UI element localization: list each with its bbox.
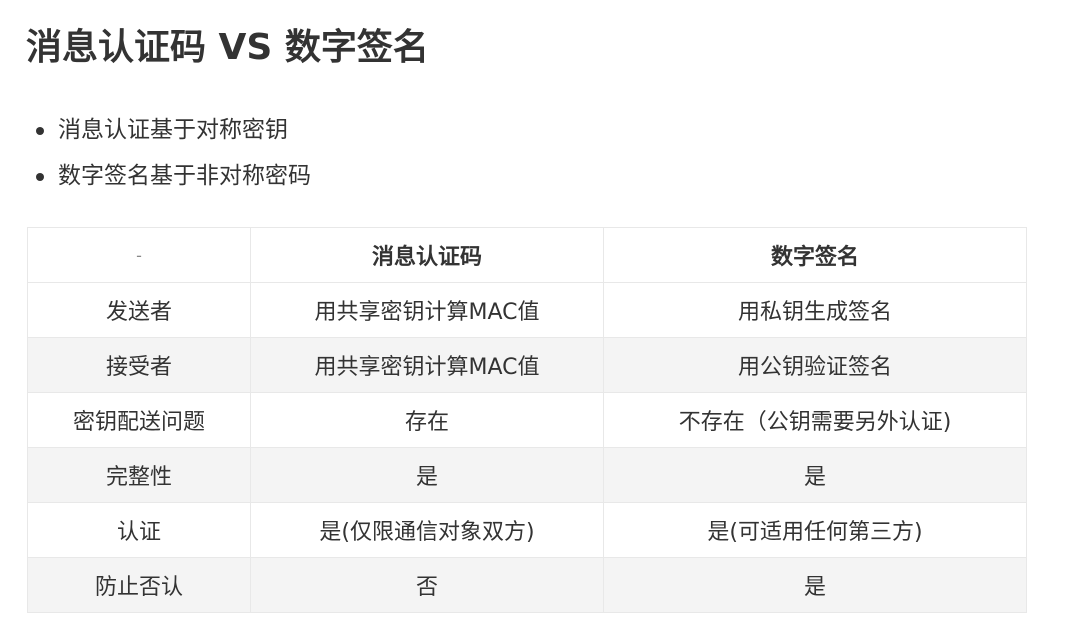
table-header-row: - 消息认证码 数字签名 [27, 227, 1027, 283]
table-row: 密钥配送问题 存在 不存在（公钥需要另外认证) [27, 392, 1027, 448]
mac-cell: 是 [250, 447, 604, 503]
table-row: 完整性 是 是 [27, 447, 1027, 503]
header-cell-signature: 数字签名 [603, 227, 1027, 283]
row-label: 密钥配送问题 [27, 392, 251, 448]
bullet-list: 消息认证基于对称密钥 数字签名基于非对称密码 [32, 108, 311, 200]
table-row: 防止否认 否 是 [27, 557, 1027, 613]
signature-cell: 是 [603, 557, 1027, 613]
signature-cell: 是(可适用任何第三方) [603, 502, 1027, 558]
page: 消息认证码 VS 数字签名 消息认证基于对称密钥 数字签名基于非对称密码 - 消… [0, 0, 1066, 632]
header-cell-mac: 消息认证码 [250, 227, 604, 283]
signature-cell: 不存在（公钥需要另外认证) [603, 392, 1027, 448]
mac-cell: 用共享密钥计算MAC值 [250, 337, 604, 393]
row-label: 接受者 [27, 337, 251, 393]
table-row: 发送者 用共享密钥计算MAC值 用私钥生成签名 [27, 282, 1027, 338]
mac-cell: 是(仅限通信对象双方) [250, 502, 604, 558]
header-cell-corner: - [27, 227, 251, 283]
signature-cell: 用公钥验证签名 [603, 337, 1027, 393]
mac-cell: 否 [250, 557, 604, 613]
row-label: 防止否认 [27, 557, 251, 613]
table-row: 认证 是(仅限通信对象双方) 是(可适用任何第三方) [27, 502, 1027, 558]
comparison-table: - 消息认证码 数字签名 发送者 用共享密钥计算MAC值 用私钥生成签名 接受者… [27, 227, 1027, 613]
row-label: 认证 [27, 502, 251, 558]
row-label: 完整性 [27, 447, 251, 503]
mac-cell: 用共享密钥计算MAC值 [250, 282, 604, 338]
signature-cell: 是 [603, 447, 1027, 503]
page-title: 消息认证码 VS 数字签名 [26, 27, 429, 68]
bullet-item: 数字签名基于非对称密码 [32, 154, 311, 200]
signature-cell: 用私钥生成签名 [603, 282, 1027, 338]
row-label: 发送者 [27, 282, 251, 338]
bullet-item: 消息认证基于对称密钥 [32, 108, 311, 154]
mac-cell: 存在 [250, 392, 604, 448]
table-row: 接受者 用共享密钥计算MAC值 用公钥验证签名 [27, 337, 1027, 393]
